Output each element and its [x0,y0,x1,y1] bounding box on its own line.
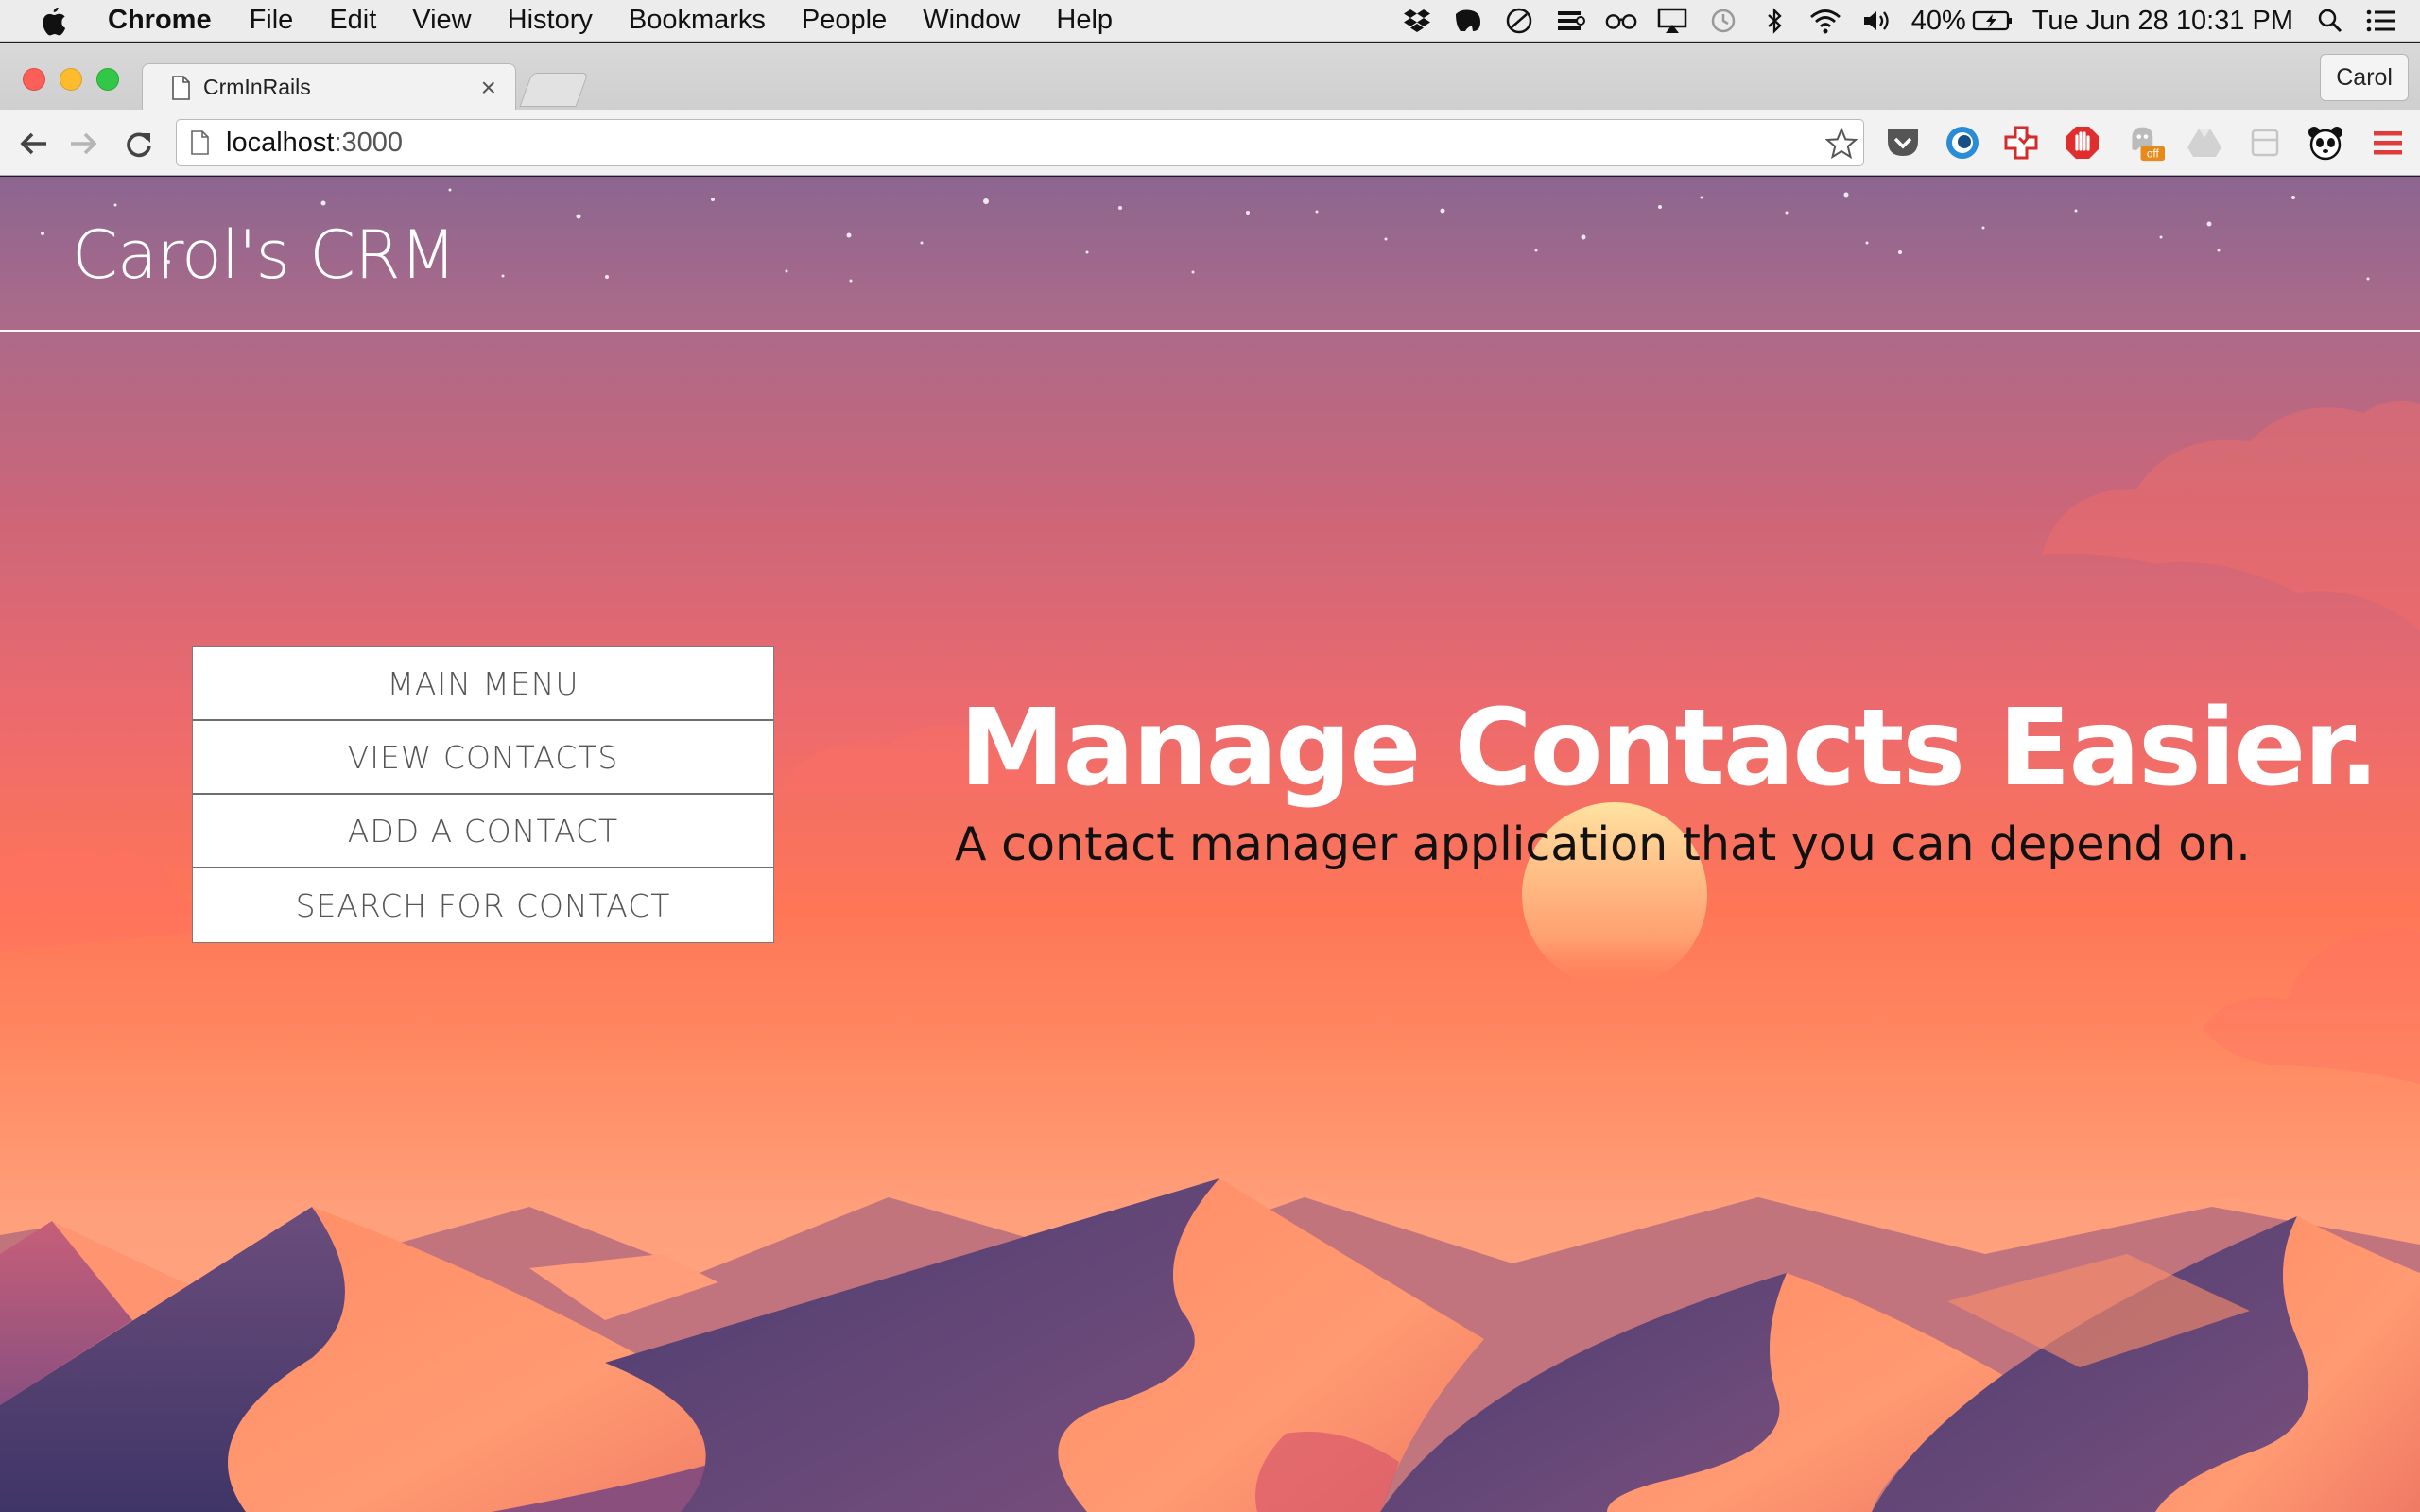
page-info-icon[interactable] [190,130,209,155]
browser-toolbar: localhost:3000 off [0,110,2420,176]
address-bar[interactable]: localhost:3000 [176,119,1864,166]
tab-title: CrmInRails [203,75,311,99]
panda-icon[interactable] [2307,124,2344,162]
hero-title: Manage Contacts Easier. [959,687,2379,810]
nav-add-contact[interactable]: ADD A CONTACT [193,795,773,868]
ghostery-badge: off [2147,146,2160,160]
reload-button[interactable] [121,126,157,162]
wifi-icon[interactable] [1809,5,1841,37]
new-tab-button[interactable] [519,73,589,107]
battery-percentage: 40% [1910,5,1966,36]
lastpass-icon[interactable] [1944,124,1981,162]
hero-subtitle: A contact manager application that you c… [955,817,2251,871]
extension-icon[interactable] [2246,124,2284,162]
menu-edit[interactable]: Edit [329,5,376,36]
url-text[interactable]: localhost:3000 [226,128,403,159]
menu-window[interactable]: Window [923,5,1020,36]
cast-icon[interactable] [1554,5,1586,37]
dropbox-icon[interactable] [1401,5,1433,37]
apple-icon[interactable] [38,5,68,37]
adblock-icon[interactable] [2064,124,2101,162]
airplay-icon[interactable] [1656,5,1688,37]
do-not-disturb-icon[interactable] [1503,5,1535,37]
ghostery-icon[interactable]: off [2127,124,2165,162]
time-machine-icon[interactable] [1707,5,1739,37]
bluetooth-icon[interactable] [1758,5,1790,37]
glasses-icon[interactable] [1605,5,1637,37]
profile-button[interactable]: Carol [2320,54,2409,101]
close-tab-icon[interactable]: × [481,73,496,103]
forward-button[interactable] [66,126,102,162]
tab-crminrails[interactable]: CrmInRails × [142,63,516,111]
drive-icon[interactable] [2186,124,2223,162]
spotlight-icon[interactable] [2314,5,2346,37]
nav-search-contact[interactable]: SEARCH FOR CONTACT [193,868,773,942]
browser-tab-strip: CrmInRails × Carol [0,43,2420,111]
bookmark-star-icon[interactable] [1825,128,1858,160]
page-icon [172,75,190,100]
back-button[interactable] [15,126,51,162]
site-nav-menu: MAIN MENU VIEW CONTACTS ADD A CONTACT SE… [192,646,774,943]
nav-main-menu[interactable]: MAIN MENU [193,647,773,721]
notification-center-icon[interactable] [2365,5,2397,37]
site-header: Carol's CRM [0,177,2420,332]
health-extension-icon[interactable] [2002,124,2040,162]
menu-help[interactable]: Help [1056,5,1113,36]
menu-view[interactable]: View [412,5,471,36]
web-page: Carol's CRM MAIN MENU VIEW CONTACTS ADD … [0,177,2420,1512]
menu-file[interactable]: File [250,5,294,36]
volume-icon[interactable] [1860,5,1893,37]
chrome-menu-icon[interactable] [2369,124,2407,162]
site-brand[interactable]: Carol's CRM [72,216,457,294]
status-area: 40% Tue Jun 28 10:31 PM [1401,0,2420,42]
menu-people[interactable]: People [802,5,887,36]
minimize-window-button[interactable] [60,68,82,91]
pocket-icon[interactable] [1884,124,1922,162]
nav-view-contacts[interactable]: VIEW CONTACTS [193,721,773,795]
evernote-icon[interactable] [1452,5,1484,37]
menu-chrome[interactable]: Chrome [108,5,212,36]
menu-history[interactable]: History [508,5,593,36]
close-window-button[interactable] [23,68,45,91]
clock[interactable]: Tue Jun 28 10:31 PM [2032,6,2293,37]
url-port: :3000 [334,127,404,158]
zoom-window-button[interactable] [96,68,119,91]
url-host: localhost [226,127,335,158]
battery-icon[interactable] [1972,5,2014,37]
menu-bookmarks[interactable]: Bookmarks [629,5,766,36]
macos-menu-bar: Chrome File Edit View History Bookmarks … [0,0,2420,42]
